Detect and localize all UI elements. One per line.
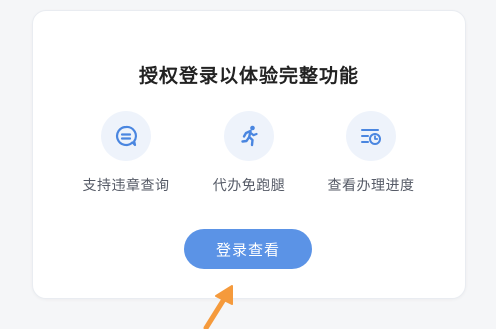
card-title: 授权登录以体验完整功能	[138, 65, 359, 87]
running-person-icon	[224, 111, 274, 161]
login-prompt-card: 授权登录以体验完整功能 支持违章查询 代办免跑腿 查看办理进度 登录查看	[32, 10, 466, 299]
feature-label: 代办免跑腿	[212, 178, 286, 194]
page: 授权登录以体验完整功能 支持违章查询 代办免跑腿 查看办理进度 登录查看	[0, 0, 496, 329]
arrow-up-icon	[196, 282, 246, 329]
list-clock-icon	[346, 111, 396, 161]
feature-label: 查看办理进度	[327, 178, 415, 194]
login-view-button[interactable]: 登录查看	[184, 229, 312, 269]
feature-progress: 查看办理进度	[311, 111, 431, 195]
feature-violation-query: 支持违章查询	[66, 111, 186, 195]
chat-search-icon	[101, 111, 151, 161]
feature-label: 支持违章查询	[82, 178, 170, 194]
feature-errand-service: 代办免跑腿	[189, 111, 309, 195]
